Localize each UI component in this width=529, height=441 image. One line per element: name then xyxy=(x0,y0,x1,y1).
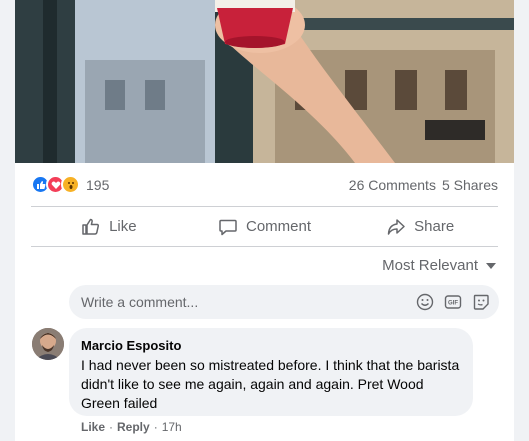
meta-separator: · xyxy=(153,420,158,434)
avatar[interactable] xyxy=(32,328,64,360)
comment-button[interactable]: Comment xyxy=(187,207,343,246)
comment-text: I had never been so mistreated before. I… xyxy=(81,357,460,411)
share-label: Share xyxy=(414,218,455,235)
shares-count[interactable]: 5 Shares xyxy=(442,177,498,193)
comment-sort-dropdown[interactable]: Most Relevant xyxy=(382,257,496,274)
gif-icon[interactable]: GIF xyxy=(443,292,463,312)
comment-bubble-icon xyxy=(219,219,237,235)
comment-bubble: Marcio Esposito I had never been so mist… xyxy=(69,328,473,416)
engagement-counts: 26 Comments 5 Shares xyxy=(349,177,498,193)
post-actions: Like Comment Share xyxy=(31,207,498,247)
emoji-icon[interactable] xyxy=(415,292,435,312)
comment-input-placeholder: Write a comment... xyxy=(81,294,199,310)
reaction-stats-bar: 195 26 Comments 5 Shares xyxy=(31,163,498,207)
post-card: 195 26 Comments 5 Shares Like Comment Sh… xyxy=(15,0,514,441)
thumbs-up-icon xyxy=(82,218,100,235)
comment-author[interactable]: Marcio Esposito xyxy=(81,338,461,354)
share-button[interactable]: Share xyxy=(342,207,498,246)
like-button[interactable]: Like xyxy=(31,207,187,246)
post-photo[interactable] xyxy=(15,0,514,163)
svg-text:GIF: GIF xyxy=(448,301,458,307)
wow-icon xyxy=(61,175,80,194)
meta-separator: · xyxy=(109,420,114,434)
share-arrow-icon xyxy=(387,218,405,235)
comment-meta: Like · Reply · 17h xyxy=(81,420,182,434)
comment-label: Comment xyxy=(245,218,312,235)
avatar-portrait xyxy=(32,328,64,360)
sticker-glyph xyxy=(473,294,489,310)
sort-label: Most Relevant xyxy=(382,257,478,274)
gif-glyph: GIF xyxy=(444,295,462,309)
reactions-summary[interactable]: 195 xyxy=(31,175,109,194)
reaction-count[interactable]: 195 xyxy=(86,177,109,193)
thumbs-up-glyph xyxy=(36,180,45,189)
heart-glyph xyxy=(51,181,60,189)
comment-timestamp[interactable]: 17h xyxy=(162,420,182,434)
like-label: Like xyxy=(109,218,137,235)
caret-down-icon xyxy=(486,262,496,269)
smiley-glyph xyxy=(416,293,434,311)
sticker-icon[interactable] xyxy=(471,292,491,312)
comment-reply-link[interactable]: Reply xyxy=(117,420,150,434)
post-photo-illustration xyxy=(15,0,514,163)
wow-face-glyph xyxy=(67,181,74,189)
comment-like-link[interactable]: Like xyxy=(81,420,105,434)
comment-input[interactable]: Write a comment... GIF xyxy=(69,285,499,319)
comments-count[interactable]: 26 Comments xyxy=(349,177,436,193)
